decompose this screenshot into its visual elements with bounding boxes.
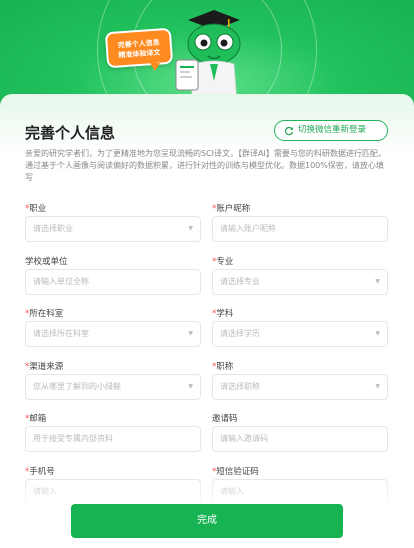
promo-bubble: 完善个人信息 精准体验译文 — [104, 27, 174, 69]
chevron-down-icon: ▼ — [375, 330, 380, 337]
field-3-label: *专业 — [212, 255, 233, 267]
chevron-down-icon: ▼ — [375, 277, 380, 285]
intro-description: 亲爱的研究学者们，为了更精准地为您呈现流畅的SCI译文，【群译AI】需要与您的科… — [25, 149, 386, 182]
field-5-label: *学科 — [212, 307, 233, 319]
field-9-input[interactable]: 请输入邀请码 — [212, 426, 388, 452]
field-10-label: *手机号 — [25, 465, 55, 477]
chevron-down-icon: ▼ — [188, 330, 193, 337]
field-0-label: *职业 — [25, 202, 46, 214]
field-8-label-text: 邮箱 — [29, 414, 47, 424]
field-8-input[interactable]: 用于接受专属内部资料 — [25, 426, 201, 452]
field-7-placeholder: 请选择职称 — [220, 381, 260, 391]
field-9-label-text: 邀请码 — [212, 414, 238, 424]
field-1-placeholder: 请输入账户昵称 — [220, 224, 276, 233]
field-4-label: *所在科室 — [25, 307, 63, 319]
field-11-label: *短信验证码 — [212, 465, 259, 477]
chevron-down-icon: ▼ — [188, 382, 193, 390]
field-3-select[interactable]: 请选择专业 ▼ — [212, 268, 388, 295]
field-1-label-text: 账户昵称 — [216, 204, 251, 214]
field-0-placeholder: 请选择职业 — [33, 224, 73, 233]
field-3-label-text: 专业 — [216, 256, 234, 267]
refresh-icon — [284, 126, 294, 135]
field-9-placeholder: 请输入邀请码 — [220, 434, 268, 443]
field-9-label: 邀请码 — [212, 412, 238, 424]
chevron-down-icon: ▼ — [375, 382, 380, 390]
field-6-select[interactable]: 您从哪里了解到的小绿鲸 ▼ — [25, 373, 201, 400]
field-1-label: *账户昵称 — [212, 202, 250, 214]
field-5-label-text: 学科 — [216, 309, 234, 319]
chevron-down-icon: ▼ — [188, 225, 193, 232]
switch-wechat-button[interactable]: 切换微信重新登录 — [274, 120, 388, 141]
field-7-label-text: 职称 — [216, 361, 234, 372]
field-6-label-text: 渠道来源 — [29, 361, 64, 372]
field-2-input[interactable]: 请输入单位全称 — [25, 268, 201, 295]
field-4-placeholder: 请选择所在科室 — [33, 329, 89, 338]
field-6-placeholder: 您从哪里了解到的小绿鲸 — [33, 381, 121, 391]
field-5-placeholder: 请选择学历 — [220, 329, 260, 338]
field-8-label: *邮箱 — [25, 412, 46, 424]
field-10-label-text: 手机号 — [29, 466, 55, 477]
field-4-select[interactable]: 请选择所在科室 ▼ — [25, 321, 201, 347]
field-3-placeholder: 请选择专业 — [220, 276, 260, 286]
field-6-label: *渠道来源 — [25, 360, 63, 372]
bubble-tail — [150, 63, 160, 71]
field-2-label: 学校或单位 — [25, 255, 68, 267]
switch-wechat-label: 切换微信重新登录 — [298, 125, 367, 135]
submit-button[interactable]: 完成 — [71, 504, 343, 538]
field-1-input[interactable]: 请输入账户昵称 — [212, 216, 388, 242]
page-title: 完善个人信息 — [25, 124, 116, 142]
field-0-select[interactable]: 请选择职业 ▼ — [25, 216, 201, 242]
field-7-label: *职称 — [212, 360, 233, 372]
field-11-label-text: 短信验证码 — [216, 466, 259, 477]
field-2-placeholder: 请输入单位全称 — [33, 276, 89, 286]
field-0-label-text: 职业 — [29, 204, 47, 214]
field-4-label-text: 所在科室 — [29, 309, 64, 319]
field-7-select[interactable]: 请选择职称 ▼ — [212, 373, 388, 400]
field-2-label-text: 学校或单位 — [25, 256, 68, 267]
field-5-select[interactable]: 请选择学历 ▼ — [212, 321, 388, 347]
field-8-placeholder: 用于接受专属内部资料 — [33, 434, 113, 443]
